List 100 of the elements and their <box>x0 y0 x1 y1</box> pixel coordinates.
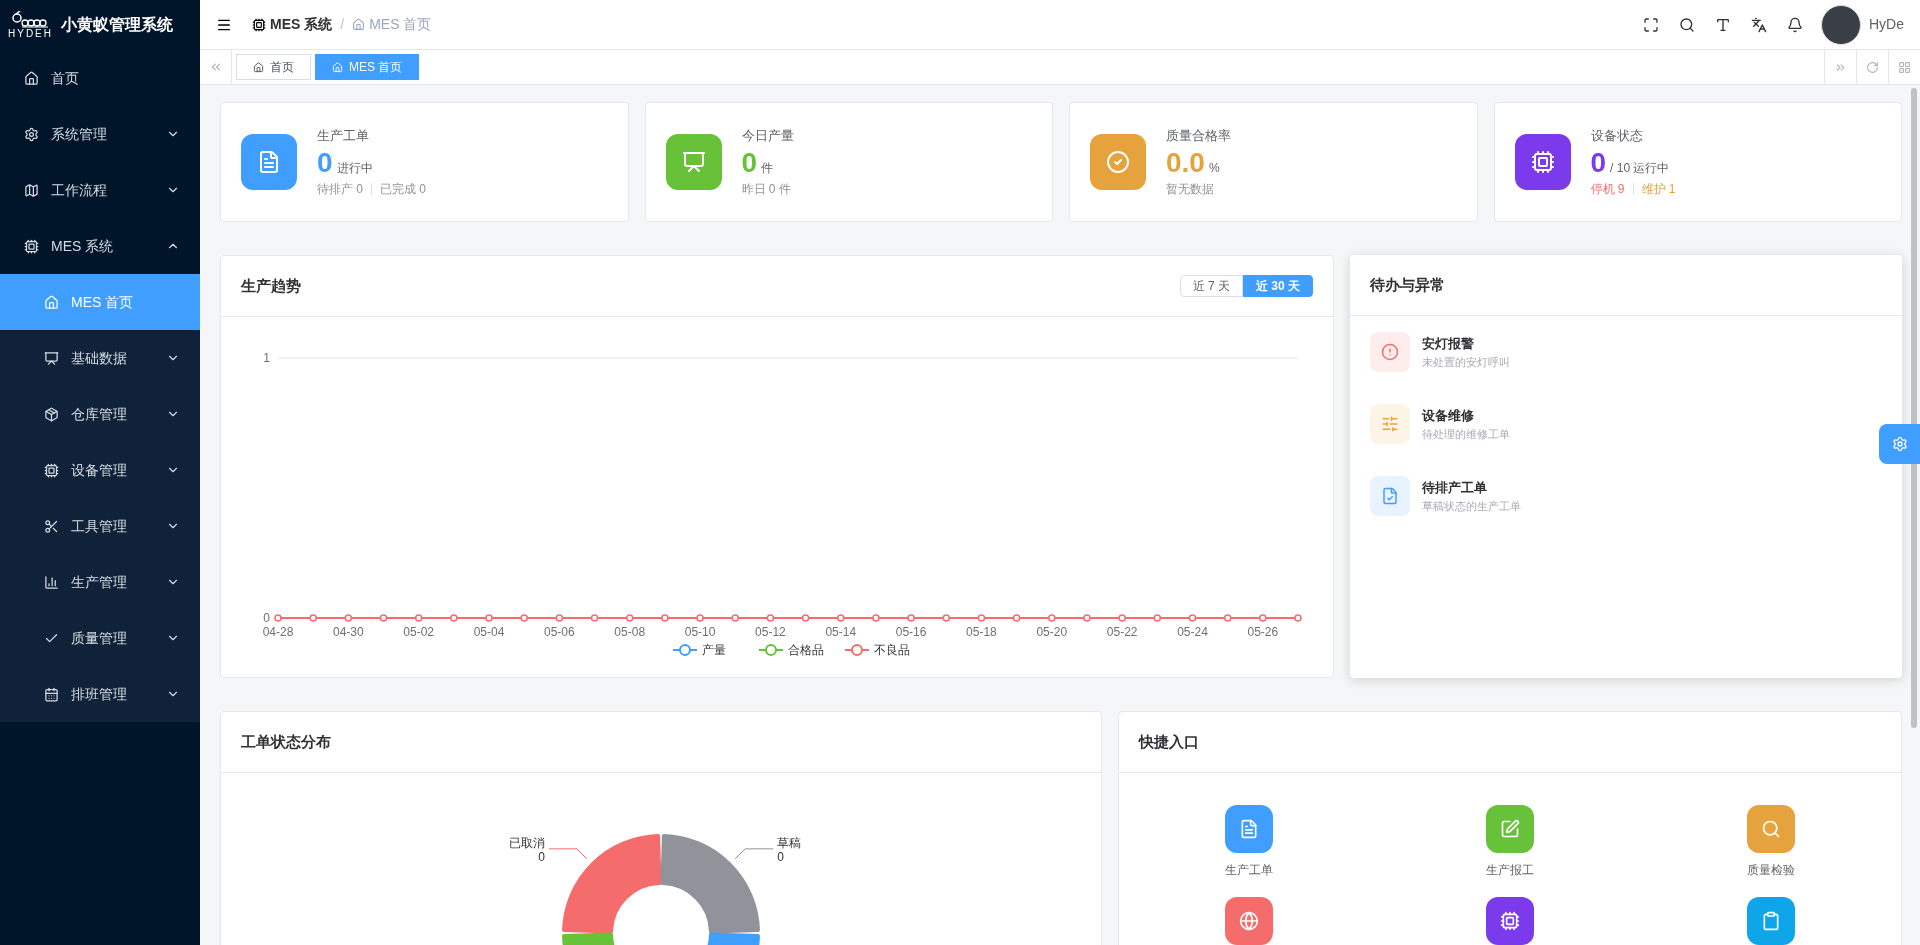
sidebar-item[interactable]: 工具管理 <box>0 498 200 554</box>
check-circle-icon <box>1106 150 1130 174</box>
data-point <box>1153 614 1162 622</box>
translate-icon[interactable] <box>1751 16 1767 33</box>
document-icon <box>257 150 281 174</box>
sidebar-item[interactable]: 首页 <box>0 50 200 106</box>
calendar-icon <box>44 686 59 702</box>
data-point <box>1188 614 1197 622</box>
sidebar-item[interactable]: 基础数据 <box>0 330 200 386</box>
slice-label: 草稿 <box>777 835 802 850</box>
grid-icon <box>1898 60 1911 74</box>
x-tick-label: 04-28 <box>262 625 294 639</box>
todo-icon-tile[interactable] <box>1370 332 1410 372</box>
shortcut-tile[interactable] <box>1746 805 1795 853</box>
todo-subtitle: 草稿状态的生产工单 <box>1422 498 1521 514</box>
shortcut-tile[interactable] <box>1486 897 1534 945</box>
legend-marker[interactable] <box>672 644 698 656</box>
card-title: 工单状态分布 <box>241 731 331 752</box>
logo-text: HYDEH <box>8 29 53 39</box>
user-name[interactable]: HyDe <box>1869 14 1904 35</box>
legend-label[interactable]: 不良品 <box>874 643 910 657</box>
settings-button[interactable] <box>1879 424 1920 464</box>
sidebar-item[interactable]: 生产管理 <box>0 554 200 610</box>
breadcrumb-separator: / <box>340 15 345 34</box>
stat-title: 生产工单 <box>317 127 370 146</box>
shortcut-tile[interactable] <box>1225 805 1274 853</box>
alert-icon <box>1381 343 1399 361</box>
shortcut-tile[interactable] <box>1746 897 1795 945</box>
legend-label[interactable]: 产量 <box>702 643 726 657</box>
todo-title[interactable]: 安灯报警 <box>1422 334 1510 354</box>
bell-icon[interactable] <box>1787 16 1803 33</box>
data-point <box>731 614 739 622</box>
legend-marker[interactable] <box>758 644 784 656</box>
data-point <box>696 614 704 622</box>
x-tick-label: 05-14 <box>825 625 857 639</box>
settings-icon <box>1891 436 1908 452</box>
x-tick-label: 05-26 <box>1247 625 1279 639</box>
sliders-icon <box>1381 415 1399 433</box>
page-tab[interactable]: 首页 <box>236 54 311 80</box>
data-point <box>801 614 810 622</box>
data-point <box>625 614 634 622</box>
leader-line <box>734 848 774 860</box>
sidebar-item[interactable]: MES 系统 <box>0 218 200 274</box>
todo-icon-tile[interactable] <box>1370 404 1410 444</box>
fullscreen-icon[interactable] <box>1643 16 1659 33</box>
data-point <box>907 614 915 622</box>
avatar[interactable] <box>1821 4 1861 45</box>
x-tick-label: 05-08 <box>614 625 646 639</box>
leader-line <box>548 848 588 860</box>
x-tick-label: 05-10 <box>684 625 716 639</box>
globe-icon <box>1239 911 1260 931</box>
stat-note: 维护 1 <box>1641 180 1676 198</box>
stat-title: 质量合格率 <box>1166 127 1231 146</box>
data-point <box>485 614 493 622</box>
search-icon[interactable] <box>1679 16 1695 33</box>
x-tick-label: 05-24 <box>1177 625 1208 639</box>
scrollbar-thumb[interactable] <box>1911 88 1917 728</box>
shortcut-label[interactable]: 生产工单 <box>1225 861 1274 879</box>
todo-title[interactable]: 待排产工单 <box>1422 478 1521 498</box>
sidebar-item[interactable]: 系统管理 <box>0 106 200 162</box>
data-point <box>872 614 880 622</box>
todo-icon-tile[interactable] <box>1370 476 1410 516</box>
data-point <box>837 614 845 622</box>
todo-subtitle: 未处置的安灯呼叫 <box>1422 354 1510 370</box>
chip-icon <box>24 238 39 254</box>
range-toggle[interactable]: 近 7 天 <box>1179 275 1243 297</box>
home-icon <box>24 70 39 86</box>
shortcut-tile[interactable] <box>1486 805 1534 853</box>
shortcut-tile[interactable] <box>1225 897 1274 945</box>
font-size-icon[interactable] <box>1715 16 1731 33</box>
sidebar-item[interactable]: 排班管理 <box>0 666 200 722</box>
x-tick-label: 05-02 <box>403 625 435 639</box>
sidebar-item[interactable]: 质量管理 <box>0 610 200 666</box>
x-tick-label: 05-22 <box>1106 625 1138 639</box>
legend-label[interactable]: 合格品 <box>788 643 824 657</box>
chip-icon <box>1530 150 1555 174</box>
stat-unit: / 10 运行中 <box>1610 159 1670 177</box>
shortcut-label[interactable]: 质量检验 <box>1746 861 1795 879</box>
data-point <box>379 614 388 622</box>
sidebar-item[interactable]: 工作流程 <box>0 162 200 218</box>
shortcut-label[interactable]: 生产报工 <box>1486 861 1534 879</box>
stat-note: 昨日 0 件 <box>741 180 791 198</box>
slice-value: 0 <box>777 849 784 864</box>
breadcrumb-item[interactable]: MES 系统 <box>270 14 333 35</box>
stat-title: 设备状态 <box>1590 127 1644 146</box>
data-point <box>274 614 282 622</box>
edit-icon <box>1500 819 1520 839</box>
legend-marker[interactable] <box>844 644 870 656</box>
search-icon <box>1760 819 1781 839</box>
y-tick-label: 1 <box>263 351 270 365</box>
y-tick-label: 0 <box>263 611 270 625</box>
data-point <box>977 614 986 622</box>
presentation-board-icon <box>681 150 706 174</box>
data-point <box>450 614 458 622</box>
sidebar-item[interactable]: 设备管理 <box>0 442 200 498</box>
sidebar-item[interactable]: 仓库管理 <box>0 386 200 442</box>
todo-title[interactable]: 设备维修 <box>1422 406 1510 426</box>
map-icon <box>24 182 39 198</box>
scissors-icon <box>44 518 59 534</box>
card-title: 生产趋势 <box>241 275 302 296</box>
